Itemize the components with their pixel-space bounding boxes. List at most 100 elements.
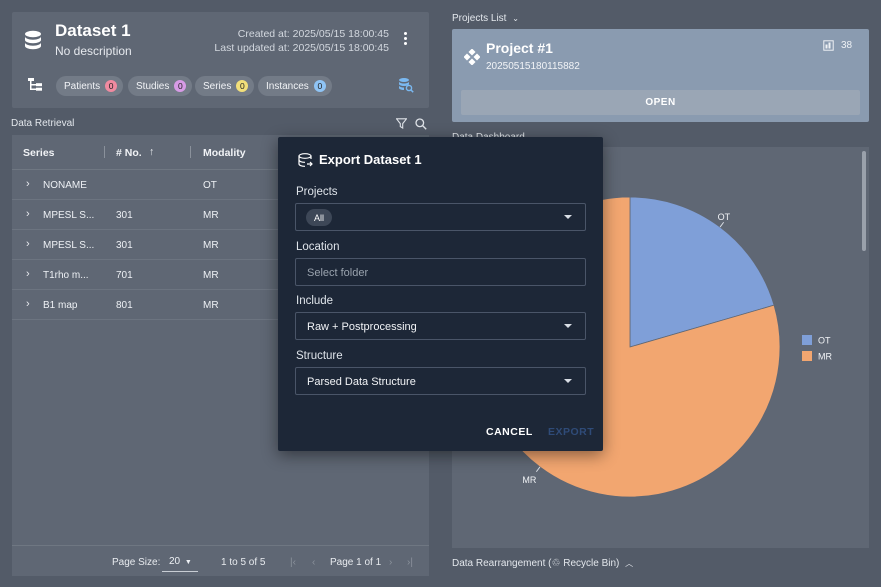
database-search-icon[interactable] xyxy=(398,77,414,93)
project-dataset-count: 38 xyxy=(841,40,853,51)
cell-modality: MR xyxy=(203,300,219,311)
dataset-count-icon xyxy=(823,40,834,51)
chip-studies[interactable]: Studies 0 xyxy=(128,76,193,96)
count-badge: 0 xyxy=(236,80,249,92)
project-name: Project #1 xyxy=(486,40,553,56)
data-rearrangement-label: Data Rearrangement (♲ Recycle Bin) xyxy=(452,558,620,569)
column-divider[interactable] xyxy=(104,146,105,158)
cell-no: 701 xyxy=(116,270,133,281)
page-size-label: Page Size: xyxy=(112,557,161,568)
pie-label-leader xyxy=(719,221,725,228)
projects-label: Projects xyxy=(296,186,338,198)
cell-modality: MR xyxy=(203,270,219,281)
database-export-icon xyxy=(298,153,313,167)
count-badge: 0 xyxy=(105,80,118,92)
pie-label-ot: OT xyxy=(718,212,731,222)
export-button[interactable]: EXPORT xyxy=(548,426,594,438)
section-title-data-rearrangement[interactable]: Data Rearrangement (♲ Recycle Bin) ︿ xyxy=(452,558,633,569)
previous-page-icon[interactable]: ‹ xyxy=(312,557,315,568)
expand-chevron-icon[interactable]: › xyxy=(26,268,30,280)
cell-no: 301 xyxy=(116,240,133,251)
selected-project-chip[interactable]: All xyxy=(306,209,333,226)
dataset-description: No description xyxy=(55,44,132,58)
chip-patients[interactable]: Patients 0 xyxy=(56,76,124,96)
next-page-icon[interactable]: › xyxy=(389,557,392,568)
cancel-button[interactable]: CANCEL xyxy=(486,426,533,438)
projects-list-label: Projects List xyxy=(452,13,507,24)
export-dataset-dialog: Export Dataset 1 Projects All Location S… xyxy=(278,137,603,451)
created-timestamp: Created at: 2025/05/15 18:00:45 xyxy=(237,28,389,40)
search-icon[interactable] xyxy=(415,118,427,130)
chip-instances[interactable]: Instances 0 xyxy=(258,76,332,96)
filter-icon[interactable] xyxy=(396,118,407,129)
dropdown-caret-icon: ▼ xyxy=(184,559,192,566)
cell-series: NONAME xyxy=(43,180,87,191)
section-title-data-retrieval: Data Retrieval xyxy=(11,118,75,129)
location-label: Location xyxy=(296,241,340,253)
chevron-down-icon: ⌄ xyxy=(512,14,519,23)
more-options-icon[interactable] xyxy=(402,32,408,46)
cell-no: 301 xyxy=(116,210,133,221)
expand-chevron-icon[interactable]: › xyxy=(26,298,30,310)
chip-label: Instances xyxy=(266,80,309,92)
chip-label: Series xyxy=(203,80,232,92)
include-value: Raw + Postprocessing xyxy=(307,321,417,333)
structure-select[interactable]: Parsed Data Structure xyxy=(295,367,586,395)
database-icon xyxy=(25,30,41,50)
legend-swatch-ot[interactable] xyxy=(802,335,812,345)
expand-chevron-icon[interactable]: › xyxy=(26,208,30,220)
open-button[interactable]: OPEN xyxy=(461,90,860,115)
dropdown-caret-icon xyxy=(564,324,572,328)
column-divider[interactable] xyxy=(190,146,191,158)
project-id: 20250515180115882 xyxy=(486,61,580,72)
page-indicator: Page 1 of 1 xyxy=(330,557,382,568)
column-header-series[interactable]: Series xyxy=(23,147,55,159)
hierarchy-icon[interactable] xyxy=(28,78,43,92)
structure-label: Structure xyxy=(296,350,343,362)
include-select[interactable]: Raw + Postprocessing xyxy=(295,312,586,340)
vertical-scrollbar[interactable] xyxy=(862,151,866,251)
pie-label-leader xyxy=(535,466,541,473)
legend-swatch-mr[interactable] xyxy=(802,351,812,361)
projects-select[interactable]: All xyxy=(295,203,586,231)
column-header-no[interactable]: # No. xyxy=(116,147,142,159)
cell-series: B1 map xyxy=(43,300,78,311)
page-size-select[interactable]: 20 ▼ xyxy=(162,552,198,572)
column-header-modality[interactable]: Modality xyxy=(203,147,246,159)
first-page-icon[interactable]: |‹ xyxy=(290,557,296,568)
last-page-icon[interactable]: ›| xyxy=(407,557,413,568)
chip-series[interactable]: Series 0 xyxy=(195,76,255,96)
location-input[interactable]: Select folder xyxy=(295,258,586,286)
cell-modality: MR xyxy=(203,210,219,221)
cell-modality: MR xyxy=(203,240,219,251)
chip-label: Patients xyxy=(64,80,101,92)
project-diamond-icon xyxy=(464,49,480,65)
count-badge: 0 xyxy=(313,80,326,92)
sort-ascending-icon[interactable]: ↑ xyxy=(149,146,154,158)
cell-modality: OT xyxy=(203,180,217,191)
page-size-value: 20 xyxy=(169,556,181,567)
cell-series: MPESL S... xyxy=(43,240,95,251)
cell-series: T1rho m... xyxy=(43,270,89,281)
cell-no: 801 xyxy=(116,300,133,311)
dataset-title: Dataset 1 xyxy=(55,21,131,40)
cell-series: MPESL S... xyxy=(43,210,95,221)
dataset-card: Dataset 1 No description Created at: 202… xyxy=(12,12,429,108)
pagination-bar: Page Size: 20 ▼ 1 to 5 of 5 |‹ ‹ Page 1 … xyxy=(12,545,429,576)
dropdown-caret-icon xyxy=(564,215,572,219)
pie-label-mr: MR xyxy=(522,475,536,485)
count-badge: 0 xyxy=(174,80,187,92)
legend-label-ot[interactable]: OT xyxy=(818,336,831,346)
section-title-projects-list[interactable]: Projects List ⌄ xyxy=(452,13,519,24)
row-range: 1 to 5 of 5 xyxy=(221,557,266,568)
include-label: Include xyxy=(296,295,334,307)
legend-label-mr[interactable]: MR xyxy=(818,352,832,362)
chevron-up-icon: ︿ xyxy=(625,559,634,568)
chip-label: Studies xyxy=(136,80,170,92)
updated-timestamp: Last updated at: 2025/05/15 18:00:45 xyxy=(214,42,389,54)
dropdown-caret-icon xyxy=(564,379,572,383)
project-card[interactable]: Project #1 20250515180115882 38 OPEN xyxy=(452,29,869,122)
expand-chevron-icon[interactable]: › xyxy=(26,178,30,190)
expand-chevron-icon[interactable]: › xyxy=(26,238,30,250)
structure-value: Parsed Data Structure xyxy=(307,376,416,388)
